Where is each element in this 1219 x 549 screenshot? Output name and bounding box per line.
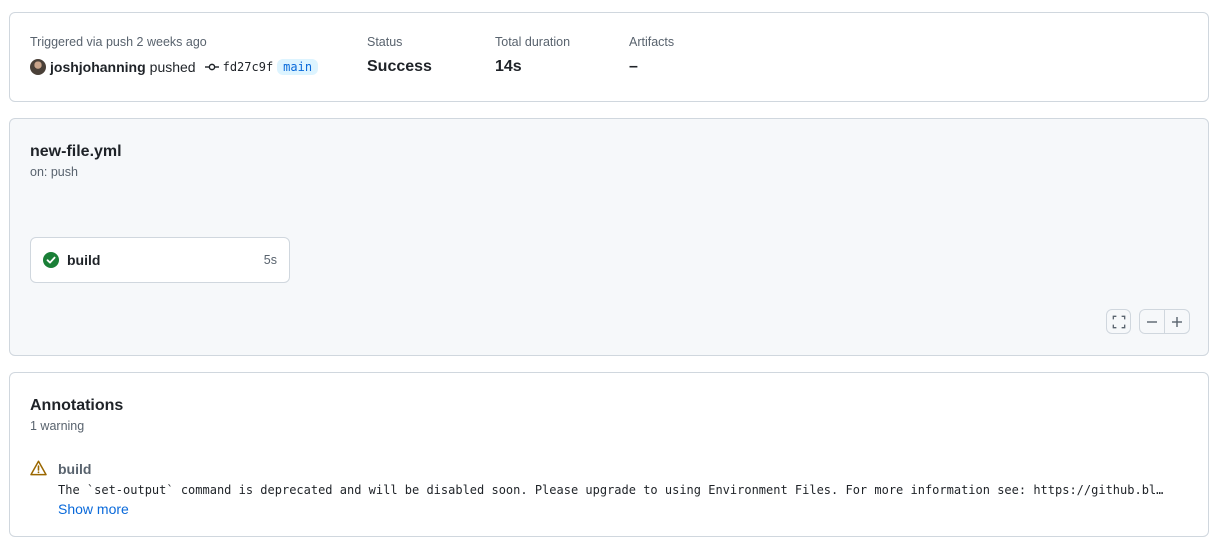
avatar[interactable] (30, 59, 46, 75)
git-commit-icon (204, 60, 219, 74)
duration-value: 14s (495, 58, 522, 75)
annotations-panel: Annotations 1 warning build The `set-out… (9, 372, 1209, 537)
status-value: Success (367, 58, 432, 75)
show-more-link[interactable]: Show more (58, 501, 129, 517)
duration-label: Total duration (495, 35, 571, 49)
artifacts-label: Artifacts (629, 35, 675, 49)
run-summary-panel: Triggered via push 2 weeks ago joshjohan… (9, 12, 1209, 102)
annotations-count: 1 warning (30, 419, 85, 433)
commit-sha-link[interactable]: fd27c9f (223, 60, 274, 74)
status-label: Status (367, 35, 403, 49)
artifacts-value: – (629, 58, 638, 75)
zoom-in-button[interactable] (1164, 309, 1190, 334)
annotation-message: The `set-output` command is deprecated a… (58, 483, 1164, 497)
zoom-in-icon (1171, 316, 1183, 328)
job-card-build[interactable]: build 5s (30, 237, 290, 283)
annotations-title: Annotations (30, 397, 124, 414)
action-text: pushed (149, 59, 196, 75)
annotation-job-link[interactable]: build (58, 461, 91, 477)
actor-link[interactable]: joshjohanning (50, 59, 146, 75)
workflow-file-title: new-file.yml (30, 143, 122, 160)
zoom-out-icon (1146, 316, 1158, 328)
fullscreen-icon (1112, 315, 1126, 329)
branch-badge[interactable]: main (277, 59, 319, 75)
job-duration: 5s (263, 253, 277, 267)
workflow-trigger: on: push (30, 165, 78, 179)
check-circle-fill-icon (43, 252, 59, 268)
job-name: build (67, 252, 101, 268)
trigger-row: joshjohanning pushed fd27c9f main (30, 59, 319, 75)
alert-icon (30, 460, 47, 481)
trigger-text: Triggered via push 2 weeks ago (30, 35, 207, 49)
zoom-out-button[interactable] (1139, 309, 1165, 334)
workflow-graph-panel: new-file.yml on: push build 5s (9, 118, 1209, 356)
fullscreen-button[interactable] (1106, 309, 1131, 334)
